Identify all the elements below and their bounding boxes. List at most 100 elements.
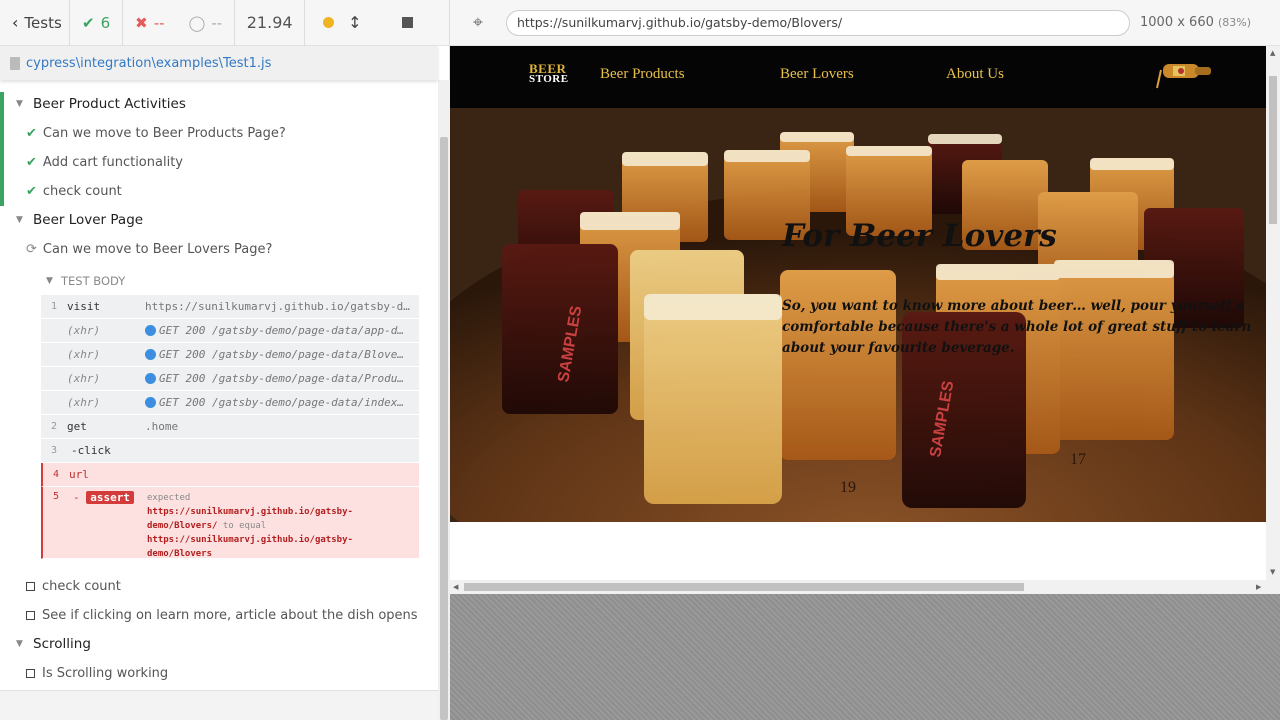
test-item-pending[interactable]: Is Scrolling working xyxy=(26,660,168,686)
refresh-icon: ⟳ xyxy=(26,241,37,257)
viewport-scale: (83%) xyxy=(1218,16,1252,29)
command-xhr[interactable]: (xhr) GET 200 /gatsby-demo/page-data/ind… xyxy=(41,391,419,415)
failed-stat: ✖ -- xyxy=(123,0,176,46)
command-name: (xhr) xyxy=(67,348,101,361)
suite-beer-product-activities[interactable]: ▼ Beer Product Activities xyxy=(16,91,186,117)
viewport-size: 1000 x 660 xyxy=(1140,15,1214,30)
check-icon: ✔ xyxy=(26,125,37,141)
caret-down-icon: ▼ xyxy=(46,276,53,286)
assert-expected-label: expected xyxy=(147,493,191,503)
assert-actual-value: https://sunilkumarvj.github.io/gatsby-de… xyxy=(147,535,353,559)
passed-stat: ✔ 6 xyxy=(70,0,124,46)
command-xhr[interactable]: (xhr) GET 200 /gatsby-demo/page-data/app… xyxy=(41,319,419,343)
command-visit[interactable]: 1 visit https://sunilkumarvj.github.io/g… xyxy=(41,295,419,319)
chevron-left-icon: ‹ xyxy=(12,13,19,32)
spec-file-bar: cypress\integration\examples\Test1.js xyxy=(0,46,438,80)
hero-section: SAMPLES SAMPLES 19 17 For Beer Lovers So… xyxy=(450,108,1266,522)
tests-label: Tests xyxy=(24,13,62,32)
command-number: 3 xyxy=(50,445,58,456)
test-item[interactable]: ✔ check count xyxy=(26,178,122,204)
aut-vertical-scroll-thumb[interactable] xyxy=(1269,76,1277,224)
command-message: GET 200 /gatsby-demo/page-data/Blove… xyxy=(159,348,405,361)
test-item-pending[interactable]: See if clicking on learn more, article a… xyxy=(26,602,418,628)
nav-beer-lovers[interactable]: Beer Lovers xyxy=(780,66,854,83)
command-name: (xhr) xyxy=(67,396,101,409)
pending-box-icon xyxy=(26,668,35,678)
reporter-scroll-thumb[interactable] xyxy=(440,137,448,720)
aut-header: ⌖ https://sunilkumarvj.github.io/gatsby-… xyxy=(450,0,1280,46)
suite-beer-lover-page[interactable]: ▼ Beer Lover Page xyxy=(16,207,143,233)
runnables-list: ▼ Beer Product Activities ✔ Can we move … xyxy=(0,80,438,690)
aut-horizontal-scroll-thumb[interactable] xyxy=(464,583,1024,591)
stop-icon[interactable] xyxy=(401,17,413,28)
nav-about-us[interactable]: About Us xyxy=(946,66,1004,83)
assert-badge: assert xyxy=(86,491,134,504)
hero-title: For Beer Lovers xyxy=(782,218,1057,254)
command-name: url xyxy=(69,468,89,481)
run-controls: ↕ xyxy=(305,0,450,46)
test-title: Add cart functionality xyxy=(42,154,183,170)
scroll-down-arrow-icon[interactable]: ▼ xyxy=(1270,568,1275,576)
command-name: -click xyxy=(71,444,111,457)
command-xhr[interactable]: (xhr) GET 200 /gatsby-demo/page-data/Blo… xyxy=(41,343,419,367)
command-name: - assert xyxy=(69,491,147,504)
beer-store-logo[interactable]: BEER STORE xyxy=(529,62,569,85)
scroll-up-arrow-icon[interactable]: ▲ xyxy=(1270,49,1275,57)
command-number: 1 xyxy=(50,301,58,312)
selector-playground-icon[interactable]: ⌖ xyxy=(450,12,506,33)
command-number: 4 xyxy=(52,469,60,480)
test-body-header[interactable]: ▼ TEST BODY xyxy=(46,274,125,288)
spec-file-link[interactable]: cypress\integration\examples\Test1.js xyxy=(26,56,271,71)
pending-box-icon xyxy=(26,610,35,620)
command-message: .home xyxy=(145,420,179,433)
cypress-runner: ‹ Tests ✔ 6 ✖ -- ◯ -- 21.94 ↕ cypress\in… xyxy=(0,0,1280,720)
suite-passed-indicator xyxy=(0,92,4,206)
command-number: 5 xyxy=(52,491,60,502)
hero-text: So, you want to know more about beer… we… xyxy=(782,298,1252,356)
command-message: GET 200 /gatsby-demo/page-data/index… xyxy=(159,396,405,409)
aut-iframe: BEER STORE Beer Products Beer Lovers Abo… xyxy=(450,46,1280,594)
test-item[interactable]: ✔ Can we move to Beer Products Page? xyxy=(26,120,286,146)
assert-message: expected https://sunilkumarvj.github.io/… xyxy=(147,491,387,561)
command-message: https://sunilkumarvj.github.io/gatsby-de… xyxy=(145,300,415,313)
duration: 21.94 xyxy=(235,0,306,46)
xhr-status-icon xyxy=(145,373,156,384)
test-item-running[interactable]: ⟳ Can we move to Beer Lovers Page? xyxy=(26,236,272,262)
test-title: See if clicking on learn more, article a… xyxy=(42,607,418,623)
command-xhr[interactable]: (xhr) GET 200 /gatsby-demo/page-data/Pro… xyxy=(41,367,419,391)
suite-title: Beer Lover Page xyxy=(33,212,144,228)
tests-button[interactable]: ‹ Tests xyxy=(0,0,70,46)
xhr-status-icon xyxy=(145,349,156,360)
reporter-header: ‹ Tests ✔ 6 ✖ -- ◯ -- 21.94 ↕ xyxy=(0,0,450,46)
nav-beer-products[interactable]: Beer Products xyxy=(600,66,685,83)
url-bar[interactable]: https://sunilkumarvj.github.io/gatsby-de… xyxy=(506,9,1130,36)
failed-count: -- xyxy=(153,13,165,32)
auto-scroll-dot-icon[interactable] xyxy=(323,17,335,28)
beer-pour-icon xyxy=(1156,64,1211,89)
check-icon: ✔ xyxy=(82,13,95,32)
assert-dash: - xyxy=(73,491,80,504)
command-name: get xyxy=(67,420,87,433)
board-number: 17 xyxy=(1070,451,1086,468)
scroll-left-arrow-icon[interactable]: ◀ xyxy=(453,583,458,591)
command-assert[interactable]: 5 - assert expected https://sunilkumarvj… xyxy=(41,487,419,559)
caret-down-icon: ▼ xyxy=(16,215,23,225)
scroll-right-arrow-icon[interactable]: ▶ xyxy=(1256,583,1261,591)
suite-scrolling[interactable]: ▼ Scrolling xyxy=(16,631,91,657)
xhr-status-icon xyxy=(145,325,156,336)
command-click[interactable]: 3 -click xyxy=(41,439,419,463)
command-url[interactable]: 4 url xyxy=(41,463,419,487)
command-log: 1 visit https://sunilkumarvj.github.io/g… xyxy=(41,295,419,559)
reporter-footer xyxy=(0,690,438,720)
test-title: Is Scrolling working xyxy=(42,665,169,681)
auto-scroll-toggle-icon[interactable]: ↕ xyxy=(348,13,361,32)
command-name: (xhr) xyxy=(67,324,101,337)
test-title: Can we move to Beer Products Page? xyxy=(42,125,286,141)
command-get[interactable]: 2 get .home xyxy=(41,415,419,439)
xhr-status-icon xyxy=(145,397,156,408)
test-item-pending[interactable]: check count xyxy=(26,573,121,599)
viewport-info[interactable]: 1000 x 660 (83%) xyxy=(1140,15,1251,30)
test-item[interactable]: ✔ Add cart functionality xyxy=(26,149,183,175)
test-title: check count xyxy=(42,183,122,199)
suite-title: Scrolling xyxy=(33,636,91,652)
